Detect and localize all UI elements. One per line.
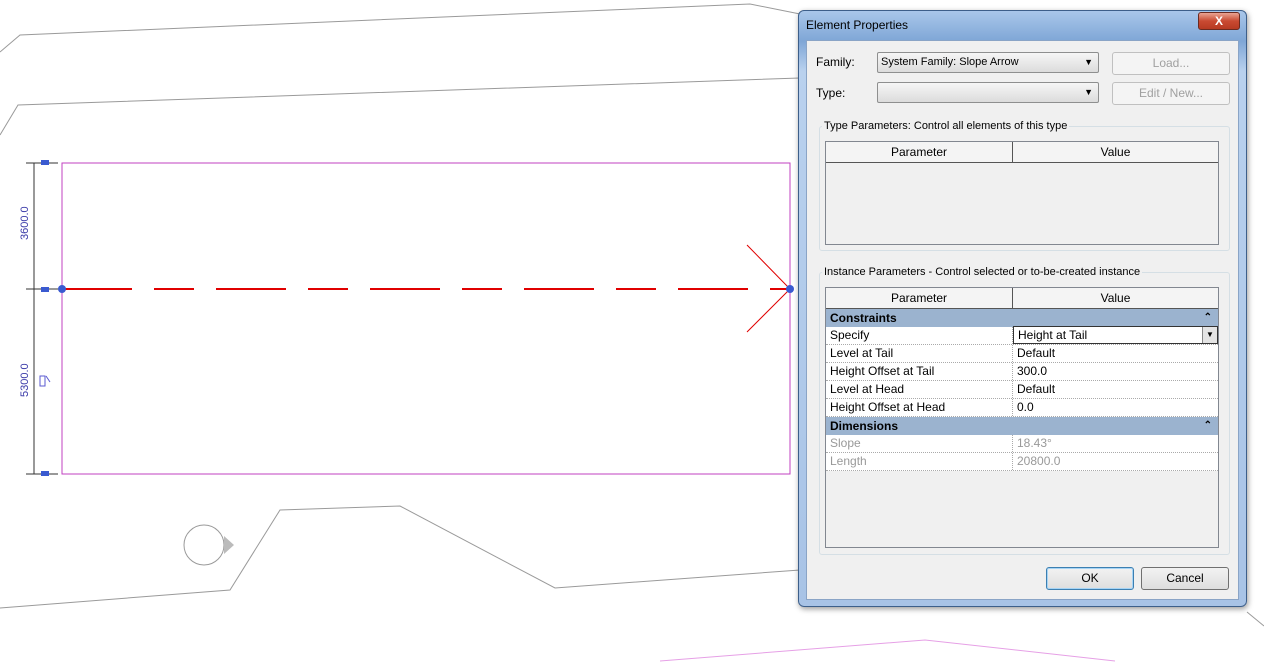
param-name: Height Offset at Tail [826, 363, 1013, 380]
instance-parameters-label: Instance Parameters - Control selected o… [822, 266, 1143, 278]
close-button[interactable]: X [1198, 12, 1240, 30]
dimension-grip[interactable] [41, 287, 49, 292]
head-grip[interactable] [786, 285, 794, 293]
family-value: System Family: Slope Arrow [881, 56, 1019, 68]
table-row[interactable]: Height Offset at Head 0.0 [826, 399, 1218, 417]
cancel-button[interactable]: Cancel [1141, 567, 1229, 590]
chevron-down-icon: ▼ [1084, 57, 1093, 67]
dimension-grip[interactable] [41, 471, 49, 476]
tail-grip[interactable] [58, 285, 66, 293]
instance-parameters-grid[interactable]: Parameter Value Constraints ⌃ Specify Heigh… [825, 287, 1219, 548]
specify-select[interactable]: Height at Tail ▼ [1013, 326, 1218, 344]
dimension-grip[interactable] [41, 160, 49, 165]
chevron-down-icon[interactable]: ▼ [1202, 327, 1217, 343]
section-dimensions[interactable]: Dimensions ⌃ [826, 417, 1218, 435]
section-constraints[interactable]: Constraints ⌃ [826, 309, 1218, 327]
lock-icon[interactable] [39, 375, 51, 387]
context-line [0, 3, 801, 53]
table-row[interactable]: Height Offset at Tail 300.0 [826, 363, 1218, 381]
element-properties-dialog: Element Properties X Family: System Fami… [798, 10, 1247, 607]
dimension-upper[interactable]: 3600.0 [19, 206, 31, 240]
family-select[interactable]: System Family: Slope Arrow ▼ [877, 52, 1099, 73]
load-button[interactable]: Load... [1112, 52, 1230, 75]
param-name: Specify [826, 327, 1013, 344]
section-marker-icon[interactable] [183, 524, 225, 566]
ok-button[interactable]: OK [1046, 567, 1134, 590]
family-label: Family: [816, 55, 855, 69]
column-header-value[interactable]: Value [1013, 142, 1218, 162]
param-name: Level at Tail [826, 345, 1013, 362]
param-name: Height Offset at Head [826, 399, 1013, 416]
column-header-value[interactable]: Value [1013, 288, 1218, 308]
param-value: Height at Tail [1018, 328, 1088, 342]
dimension-lower[interactable]: 5300.0 [19, 363, 31, 397]
column-header-parameter[interactable]: Parameter [826, 142, 1013, 162]
chevron-down-icon: ▼ [1084, 87, 1093, 97]
param-name: Slope [826, 435, 1013, 452]
collapse-icon[interactable]: ⌃ [1204, 309, 1212, 327]
table-row: Length 20800.0 [826, 453, 1218, 471]
param-value[interactable]: Default [1013, 345, 1218, 362]
type-label: Type: [816, 86, 846, 100]
context-line [0, 77, 801, 136]
context-line [0, 505, 801, 609]
column-header-parameter[interactable]: Parameter [826, 288, 1013, 308]
section-title: Dimensions [830, 419, 899, 433]
section-title: Constraints [830, 311, 897, 325]
type-parameters-grid[interactable]: Parameter Value [825, 141, 1219, 245]
table-row: Slope 18.43° [826, 435, 1218, 453]
table-row[interactable]: Specify Height at Tail ▼ [826, 326, 1218, 345]
param-value[interactable]: 0.0 [1013, 399, 1218, 416]
table-row[interactable]: Level at Tail Default [826, 345, 1218, 363]
edit-new-button[interactable]: Edit / New... [1112, 82, 1230, 105]
type-select[interactable]: ▼ [877, 82, 1099, 103]
type-parameters-label: Type Parameters: Control all elements of… [822, 120, 1070, 132]
context-line-pink [659, 639, 1116, 662]
param-name: Level at Head [826, 381, 1013, 398]
param-value[interactable]: 300.0 [1013, 363, 1218, 380]
dialog-body: Family: System Family: Slope Arrow ▼ Load… [806, 40, 1239, 600]
table-row[interactable]: Level at Head Default [826, 381, 1218, 399]
dialog-title: Element Properties [806, 18, 909, 32]
collapse-icon[interactable]: ⌃ [1204, 417, 1212, 435]
context-line [1246, 611, 1264, 627]
param-name: Length [826, 453, 1013, 470]
param-value: 18.43° [1017, 436, 1052, 450]
param-value: 20800.0 [1017, 454, 1061, 468]
roof-boundary[interactable] [61, 162, 791, 475]
param-value[interactable]: Default [1013, 381, 1218, 398]
